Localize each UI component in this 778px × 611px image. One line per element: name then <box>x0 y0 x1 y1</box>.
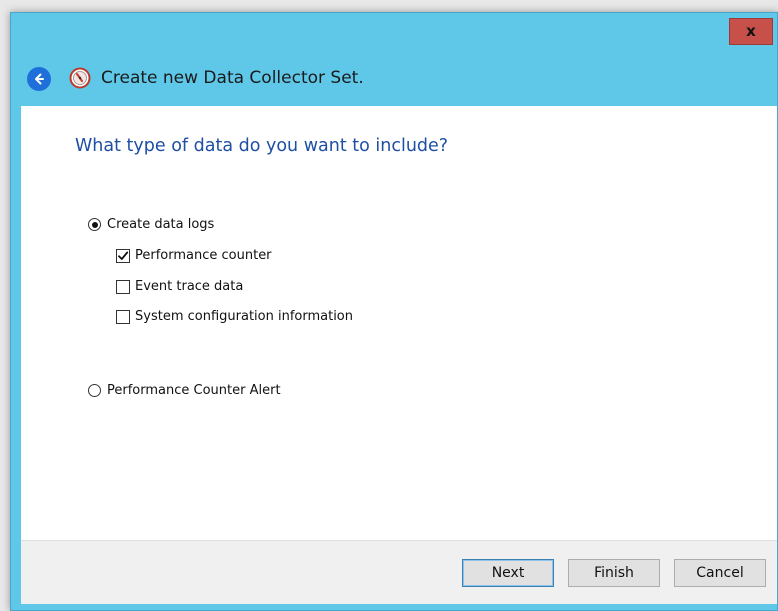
checkbox-event-trace-data-label: Event trace data <box>135 279 244 294</box>
radio-unselected-icon <box>88 384 101 397</box>
next-button[interactable]: Next <box>462 559 554 587</box>
radio-performance-counter-alert[interactable]: Performance Counter Alert <box>88 383 281 398</box>
cancel-button[interactable]: Cancel <box>674 559 766 587</box>
page-heading: What type of data do you want to include… <box>75 136 449 156</box>
close-button[interactable]: x <box>729 18 773 45</box>
wizard-footer: Next Finish Cancel <box>21 540 777 604</box>
checkbox-unchecked-icon <box>116 309 130 324</box>
finish-button[interactable]: Finish <box>568 559 660 587</box>
checkbox-unchecked-icon <box>116 279 130 294</box>
back-arrow-icon[interactable] <box>27 67 51 91</box>
checkbox-performance-counter-label: Performance counter <box>135 248 272 263</box>
performance-monitor-icon <box>69 67 91 89</box>
checkbox-system-configuration-label: System configuration information <box>135 309 354 324</box>
radio-create-data-logs-label: Create data logs <box>107 217 215 232</box>
wizard-header: Create new Data Collector Set. <box>11 53 777 101</box>
checkbox-checked-icon <box>116 248 130 263</box>
checkbox-event-trace-data[interactable]: Event trace data <box>116 279 243 294</box>
checkbox-performance-counter[interactable]: Performance counter <box>116 248 272 263</box>
wizard-window: x Create new Data Collector Set. What ty… <box>10 12 778 611</box>
radio-create-data-logs[interactable]: Create data logs <box>88 217 214 232</box>
radio-selected-icon <box>88 218 101 231</box>
checkbox-system-configuration[interactable]: System configuration information <box>116 309 353 324</box>
wizard-title: Create new Data Collector Set. <box>101 68 364 88</box>
radio-performance-counter-alert-label: Performance Counter Alert <box>107 383 281 398</box>
wizard-content: What type of data do you want to include… <box>21 106 777 540</box>
